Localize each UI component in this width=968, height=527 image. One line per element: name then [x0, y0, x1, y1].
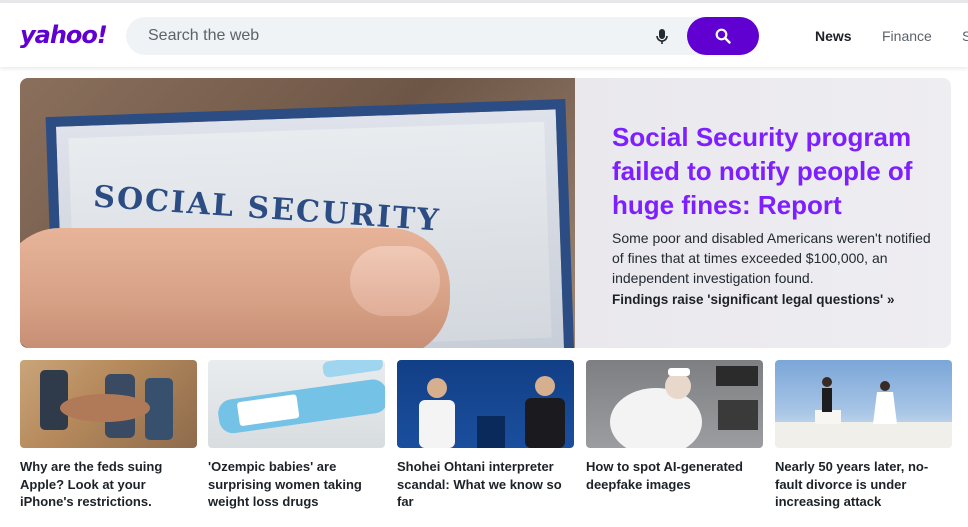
- story-title[interactable]: Why are the feds suing Apple? Look at yo…: [20, 458, 197, 511]
- story-image: [775, 360, 952, 448]
- story-image: [586, 360, 763, 448]
- search-bar: [126, 17, 759, 55]
- story-title[interactable]: Nearly 50 years later, no-fault divorce …: [775, 458, 952, 511]
- nav-finance-link[interactable]: Finance: [882, 28, 932, 44]
- microphone-icon[interactable]: [654, 28, 670, 46]
- story-image: [208, 360, 385, 448]
- story-title[interactable]: 'Ozempic babies' are surprising women ta…: [208, 458, 385, 511]
- search-icon: [715, 28, 731, 44]
- search-button[interactable]: [687, 17, 759, 55]
- search-input[interactable]: [148, 17, 628, 55]
- story-card[interactable]: Shohei Ohtani interpreter scandal: What …: [397, 360, 574, 511]
- story-card[interactable]: 'Ozempic babies' are surprising women ta…: [208, 360, 385, 511]
- hero-title[interactable]: Social Security program failed to notify…: [612, 120, 932, 222]
- hero-related-link[interactable]: Findings raise 'significant legal questi…: [612, 292, 932, 307]
- hero-image: SOCIAL SECURITY: [20, 78, 575, 348]
- story-card[interactable]: Nearly 50 years later, no-fault divorce …: [775, 360, 952, 511]
- nav-more-link[interactable]: S: [962, 28, 968, 44]
- site-header: yahoo! News Finance S: [0, 3, 968, 67]
- hero-story[interactable]: SOCIAL SECURITY Social Security program …: [20, 78, 951, 348]
- story-card[interactable]: Why are the feds suing Apple? Look at yo…: [20, 360, 197, 511]
- story-image: [20, 360, 197, 448]
- story-title[interactable]: Shohei Ohtani interpreter scandal: What …: [397, 458, 574, 511]
- story-title[interactable]: How to spot AI-generated deepfake images: [586, 458, 763, 493]
- yahoo-logo[interactable]: yahoo!: [20, 21, 108, 49]
- story-card[interactable]: How to spot AI-generated deepfake images: [586, 360, 763, 493]
- hero-text-block: Social Security program failed to notify…: [612, 120, 932, 307]
- story-image: [397, 360, 574, 448]
- nav-news-link[interactable]: News: [815, 28, 852, 44]
- fingernail-shape: [350, 246, 440, 316]
- hero-summary: Some poor and disabled Americans weren't…: [612, 230, 931, 286]
